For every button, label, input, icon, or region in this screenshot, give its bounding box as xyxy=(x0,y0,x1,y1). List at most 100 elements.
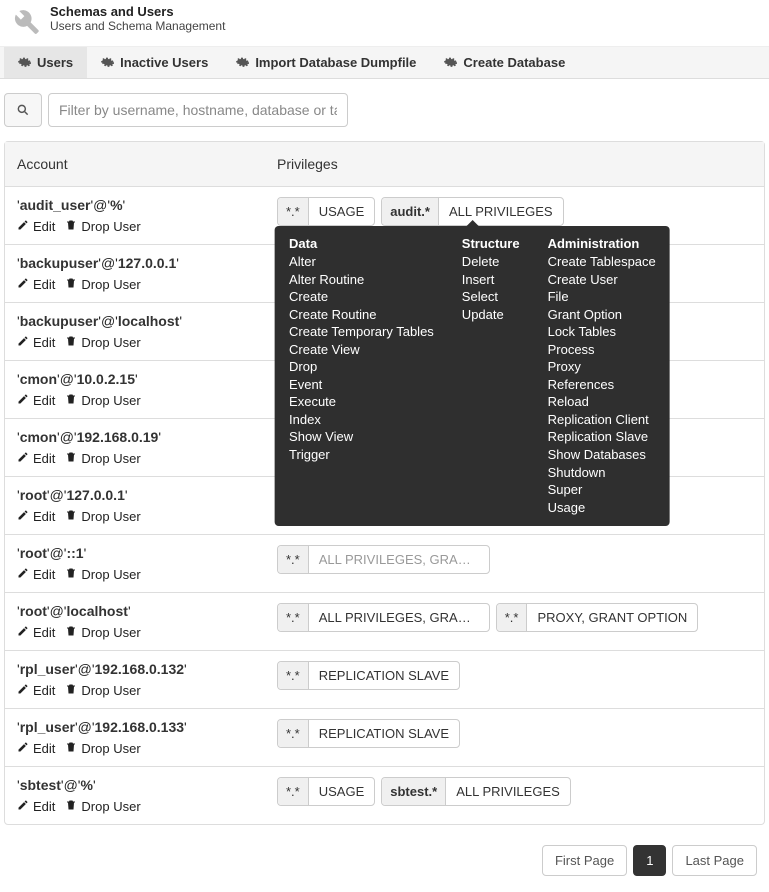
privilege-chip[interactable]: *.*PROXY, GRANT OPTION xyxy=(496,603,699,632)
drop-user-button[interactable]: Drop User xyxy=(65,567,140,582)
tooltip-item: Execute xyxy=(289,393,434,411)
account-name: 'audit_user'@'%' xyxy=(17,197,253,213)
account-name: 'root'@'127.0.0.1' xyxy=(17,487,253,503)
tooltip-item: Usage xyxy=(548,499,656,517)
trash-icon xyxy=(65,451,77,466)
edit-button[interactable]: Edit xyxy=(17,741,55,756)
page-header: Schemas and Users Users and Schema Manag… xyxy=(0,0,769,46)
account-name: 'rpl_user'@'192.168.0.132' xyxy=(17,661,253,677)
first-page-button[interactable]: First Page xyxy=(542,845,627,876)
pencil-icon xyxy=(17,683,29,698)
tooltip-item: Event xyxy=(289,376,434,394)
privilege-chip[interactable]: *.*USAGE xyxy=(277,197,375,226)
drop-user-button[interactable]: Drop User xyxy=(65,451,140,466)
row-actions: Edit Drop User xyxy=(17,799,253,814)
tooltip-item: Show View xyxy=(289,428,434,446)
tooltip-column-title: Structure xyxy=(462,236,520,251)
tooltip-item: Create View xyxy=(289,341,434,359)
drop-user-button[interactable]: Drop User xyxy=(65,625,140,640)
privilege-scope: *.* xyxy=(278,778,309,805)
drop-user-button[interactable]: Drop User xyxy=(65,277,140,292)
gear-icon xyxy=(444,56,457,69)
edit-button[interactable]: Edit xyxy=(17,451,55,466)
pencil-icon xyxy=(17,451,29,466)
drop-label: Drop User xyxy=(81,567,140,582)
drop-user-button[interactable]: Drop User xyxy=(65,799,140,814)
pencil-icon xyxy=(17,219,29,234)
page-title: Schemas and Users xyxy=(50,4,225,19)
privilege-chip[interactable]: *.*USAGE xyxy=(277,777,375,806)
privilege-chip[interactable]: *.*ALL PRIVILEGES, GRANT … xyxy=(277,545,490,574)
drop-user-button[interactable]: Drop User xyxy=(65,393,140,408)
row-actions: Edit Drop User xyxy=(17,567,253,582)
drop-label: Drop User xyxy=(81,219,140,234)
drop-user-button[interactable]: Drop User xyxy=(65,741,140,756)
drop-user-button[interactable]: Drop User xyxy=(65,335,140,350)
edit-button[interactable]: Edit xyxy=(17,393,55,408)
privilege-chip[interactable]: *.*ALL PRIVILEGES, GRANT … xyxy=(277,603,490,632)
edit-button[interactable]: Edit xyxy=(17,277,55,292)
privileges-tooltip: DataAlterAlter RoutineCreateCreate Routi… xyxy=(275,226,670,526)
privilege-chip[interactable]: audit.*ALL PRIVILEGESDataAlterAlter Rout… xyxy=(381,197,563,226)
gear-icon xyxy=(101,56,114,69)
account-cell: 'audit_user'@'%' Edit Drop User xyxy=(5,187,265,244)
tabbar: Users Inactive Users Import Database Dumpf… xyxy=(0,46,769,79)
edit-button[interactable]: Edit xyxy=(17,683,55,698)
search-button[interactable] xyxy=(4,93,42,127)
account-name: 'cmon'@'192.168.0.19' xyxy=(17,429,253,445)
drop-label: Drop User xyxy=(81,451,140,466)
account-name: 'backupuser'@'localhost' xyxy=(17,313,253,329)
tab-inactive-users[interactable]: Inactive Users xyxy=(87,47,222,78)
privilege-text: REPLICATION SLAVE xyxy=(309,720,459,747)
edit-button[interactable]: Edit xyxy=(17,509,55,524)
page-1-button[interactable]: 1 xyxy=(633,845,666,876)
edit-button[interactable]: Edit xyxy=(17,567,55,582)
trash-icon xyxy=(65,277,77,292)
tab-label: Import Database Dumpfile xyxy=(255,55,416,70)
edit-button[interactable]: Edit xyxy=(17,625,55,640)
tab-create-database[interactable]: Create Database xyxy=(430,47,579,78)
drop-label: Drop User xyxy=(81,683,140,698)
tooltip-item: Shutdown xyxy=(548,464,656,482)
tooltip-item: Update xyxy=(462,306,520,324)
drop-user-button[interactable]: Drop User xyxy=(65,219,140,234)
edit-button[interactable]: Edit xyxy=(17,335,55,350)
privilege-text: ALL PRIVILEGES, GRANT … xyxy=(309,604,489,631)
tab-import-database-dumpfile[interactable]: Import Database Dumpfile xyxy=(222,47,430,78)
tooltip-item: Drop xyxy=(289,358,434,376)
edit-button[interactable]: Edit xyxy=(17,219,55,234)
privilege-scope: *.* xyxy=(278,546,309,573)
privilege-chip[interactable]: *.*REPLICATION SLAVE xyxy=(277,719,460,748)
drop-user-button[interactable]: Drop User xyxy=(65,683,140,698)
account-cell: 'backupuser'@'127.0.0.1'EditDrop User xyxy=(5,245,265,302)
privilege-text: USAGE xyxy=(309,198,375,225)
edit-label: Edit xyxy=(33,219,55,234)
privilege-scope: *.* xyxy=(497,604,528,631)
row-actions: Edit Drop User xyxy=(17,625,253,640)
drop-user-button[interactable]: Drop User xyxy=(65,509,140,524)
table-row: 'rpl_user'@'192.168.0.133'EditDrop User*… xyxy=(5,708,764,766)
col-account: Account xyxy=(5,142,265,186)
pencil-icon xyxy=(17,625,29,640)
account-cell: 'cmon'@'10.0.2.15'EditDrop User xyxy=(5,361,265,418)
privilege-scope: audit.* xyxy=(382,198,439,225)
edit-label: Edit xyxy=(33,683,55,698)
account-name: 'sbtest'@'%' xyxy=(17,777,253,793)
edit-label: Edit xyxy=(33,277,55,292)
privilege-chip[interactable]: sbtest.*ALL PRIVILEGES xyxy=(381,777,571,806)
gear-icon xyxy=(18,56,31,69)
tooltip-column-title: Administration xyxy=(548,236,656,251)
table-row: 'sbtest'@'%' Edit Drop User *.*USAGEsbtest.… xyxy=(5,766,764,824)
privilege-chip[interactable]: *.*REPLICATION SLAVE xyxy=(277,661,460,690)
tab-label: Inactive Users xyxy=(120,55,208,70)
gear-icon xyxy=(236,56,249,69)
filter-input[interactable] xyxy=(48,93,348,127)
edit-button[interactable]: Edit xyxy=(17,799,55,814)
last-page-button[interactable]: Last Page xyxy=(672,845,757,876)
wrench-icon xyxy=(8,4,42,38)
tooltip-item: References xyxy=(548,376,656,394)
row-actions: Edit Drop User xyxy=(17,741,253,756)
account-cell: 'root'@'localhost'EditDrop User xyxy=(5,593,265,650)
tab-users[interactable]: Users xyxy=(4,47,87,78)
privilege-text: ALL PRIVILEGES xyxy=(446,778,570,805)
